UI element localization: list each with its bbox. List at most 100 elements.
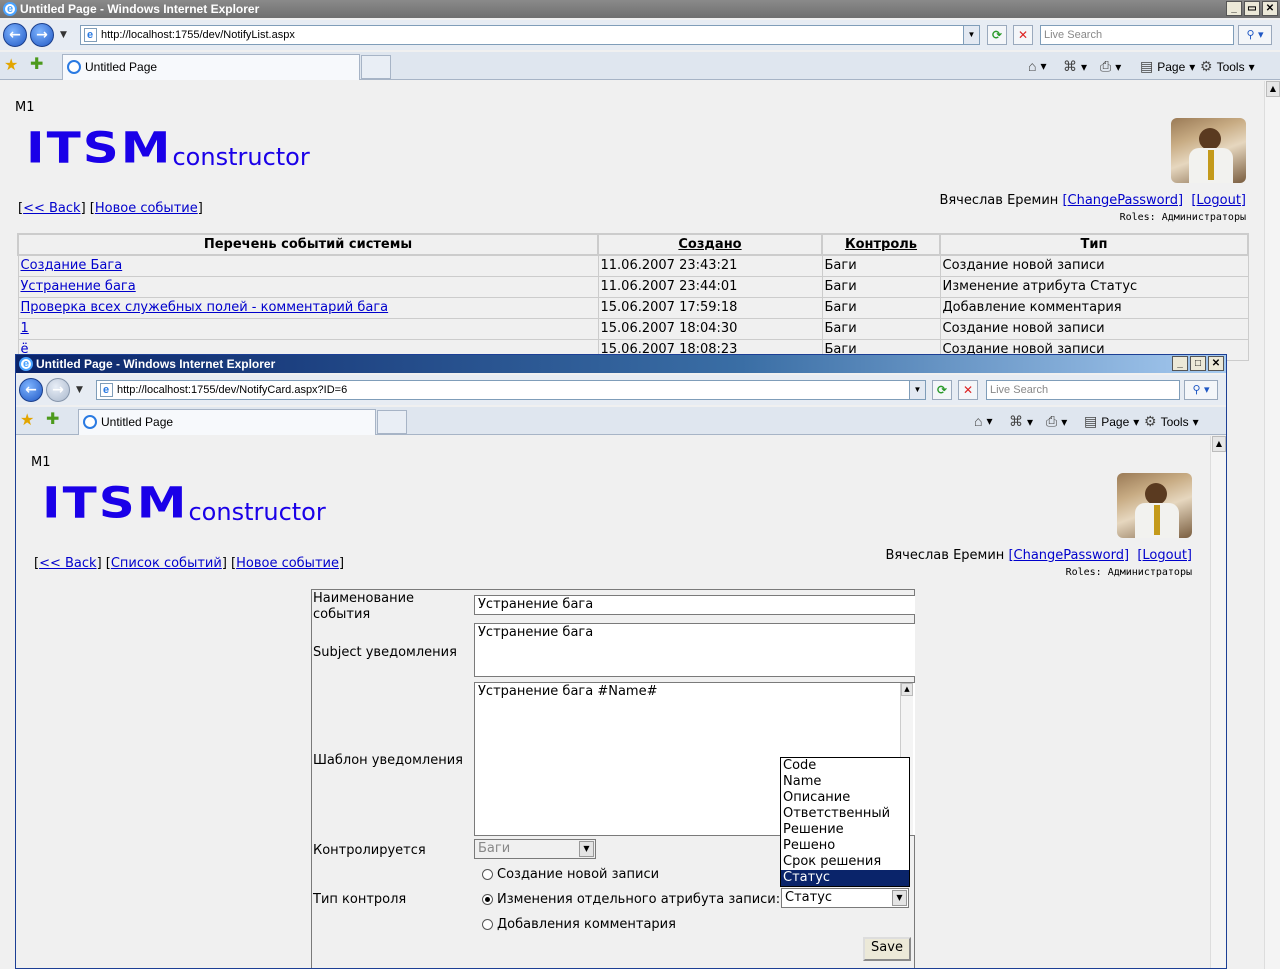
attribute-select[interactable]: Статус ▼ [781,888,909,908]
new-event-link[interactable]: Новое событие [236,556,339,571]
notify-form: Наименование события Устранение бага Sub… [311,589,915,968]
dropdown-option-selected[interactable]: Статус [781,870,909,886]
dropdown-option[interactable]: Срок решения [781,854,909,870]
back-window-titlebar[interactable]: e Untitled Page - Windows Internet Explo… [0,0,1280,18]
front-navbar: ← → ▼ http://localhost:1755/dev/NotifyCa… [16,375,1226,405]
control-type-label: Тип контроля [313,892,407,907]
itsm-logo: ITSMconstructor [26,123,310,173]
table-header-row: Перечень событий системы Создано Контрол… [17,233,1249,256]
back-window-title: Untitled Page - Windows Internet Explore… [20,2,260,16]
feeds-icon[interactable]: ⌘ ▾ [1063,58,1087,75]
address-dropdown-icon[interactable]: ▼ [963,26,979,44]
page-menu[interactable]: ▤ Page ▾ [1140,58,1195,75]
event-link[interactable]: Создание Бага [21,258,123,273]
radio-new-record[interactable]: Создание новой записи [482,867,659,882]
tab-title: Untitled Page [101,415,174,429]
home-icon[interactable]: ⌂ ▾ [974,413,993,429]
tools-menu[interactable]: ⚙ Tools ▾ [1200,58,1255,75]
tab-untitled-page[interactable]: Untitled Page [78,409,376,435]
dropdown-option[interactable]: Ответственный [781,806,909,822]
forward-arrow-icon[interactable]: → [46,378,70,402]
minimize-button[interactable]: _ [1172,356,1188,371]
logout-link[interactable]: [Logout] [1191,193,1246,208]
minimize-button[interactable]: _ [1226,1,1242,16]
stop-icon[interactable]: ✕ [1013,25,1033,45]
event-name-label: Наименование события [313,591,415,622]
front-window-titlebar[interactable]: e Untitled Page - Windows Internet Explo… [16,355,1226,373]
search-input[interactable]: Live Search [1040,25,1234,45]
event-link[interactable]: Устранение бага [21,279,136,294]
event-link[interactable]: Проверка всех служебных полей - коммента… [21,300,389,315]
feeds-icon[interactable]: ⌘ ▾ [1009,413,1033,430]
column-header-control[interactable]: Контроль [821,233,941,256]
close-button[interactable]: ✕ [1262,1,1278,16]
close-button[interactable]: ✕ [1208,356,1224,371]
logout-link[interactable]: [Logout] [1137,548,1192,563]
home-icon[interactable]: ⌂ ▾ [1028,58,1047,74]
refresh-icon[interactable]: ⟳ [932,380,952,400]
address-bar[interactable]: http://localhost:1755/dev/NotifyList.asp… [80,25,980,45]
dropdown-option[interactable]: Name [781,774,909,790]
back-arrow-icon[interactable]: ← [19,378,43,402]
tools-menu[interactable]: ⚙ Tools ▾ [1144,413,1199,430]
chevron-down-icon: ▼ [892,890,907,906]
back-navbar: ← → ▼ http://localhost:1755/dev/NotifyLi… [0,20,1280,50]
change-password-link[interactable]: [ChangePassword] [1062,193,1183,208]
m1-label: M1 [31,455,51,470]
table-cell: 15.06.2007 18:04:30 [597,317,823,340]
save-button[interactable]: Save [863,937,911,961]
controlled-select[interactable]: Баги ▼ [474,839,596,859]
events-list-link[interactable]: Список событий [111,556,222,571]
dropdown-option[interactable]: Решение [781,822,909,838]
page-menu[interactable]: ▤ Page ▾ [1084,413,1139,430]
new-tab-button[interactable] [361,55,391,79]
history-dropdown-icon[interactable]: ▼ [76,385,83,395]
maximize-button[interactable]: □ [1190,356,1206,371]
event-name-input[interactable]: Устранение бага [474,595,915,615]
tab-untitled-page[interactable]: Untitled Page [62,54,360,80]
add-favorite-icon[interactable]: ✚ [46,409,59,428]
print-icon[interactable]: ⎙ ▾ [1046,413,1067,430]
subject-input[interactable]: Устранение бага [474,623,915,677]
tab-title: Untitled Page [85,60,158,74]
attribute-dropdown-list[interactable]: Code Name Описание Ответственный Решение… [780,757,910,887]
back-arrow-icon[interactable]: ← [3,23,27,47]
change-password-link[interactable]: [ChangePassword] [1008,548,1129,563]
favorites-star-icon[interactable]: ★ [20,410,34,429]
page-icon: ▤ [1140,58,1154,74]
front-window-title: Untitled Page - Windows Internet Explore… [36,357,276,371]
history-dropdown-icon[interactable]: ▼ [60,30,67,40]
back-vertical-scrollbar[interactable]: ▲ [1264,81,1280,969]
template-label: Шаблон уведомления [313,753,463,768]
stop-icon[interactable]: ✕ [958,380,978,400]
search-icon[interactable]: ⚲ ▾ [1184,380,1218,400]
radio-attribute-change[interactable]: Изменения отдельного атрибута записи: [482,892,780,907]
front-vertical-scrollbar[interactable]: ▲ [1210,436,1226,968]
back-link[interactable]: << Back [23,201,80,216]
header-photo [1117,473,1192,538]
dropdown-option[interactable]: Code [781,758,909,774]
forward-arrow-icon[interactable]: → [30,23,54,47]
roles-text: Roles: Администраторы [1065,567,1192,578]
favorites-star-icon[interactable]: ★ [4,55,18,74]
dropdown-option[interactable]: Описание [781,790,909,806]
print-icon[interactable]: ⎙ ▾ [1100,58,1121,75]
column-header-created[interactable]: Создано [597,233,823,256]
table-cell: Добавление комментария [939,296,1249,319]
new-event-link[interactable]: Новое событие [95,201,198,216]
dropdown-option[interactable]: Решено [781,838,909,854]
back-link[interactable]: << Back [39,556,96,571]
table-row: Устранение бага 11.06.2007 23:44:01 Баги… [17,275,1249,298]
new-tab-button[interactable] [377,410,407,434]
add-favorite-icon[interactable]: ✚ [30,54,43,73]
radio-icon [482,869,493,880]
address-bar[interactable]: http://localhost:1755/dev/NotifyCard.asp… [96,380,926,400]
event-link[interactable]: 1 [21,321,29,336]
address-dropdown-icon[interactable]: ▼ [909,381,925,399]
radio-add-comment[interactable]: Добавления комментария [482,917,676,932]
restore-button[interactable]: ▭ [1244,1,1260,16]
gear-icon: ⚙ [1200,58,1213,74]
search-input[interactable]: Live Search [986,380,1180,400]
search-icon[interactable]: ⚲ ▾ [1238,25,1272,45]
refresh-icon[interactable]: ⟳ [987,25,1007,45]
